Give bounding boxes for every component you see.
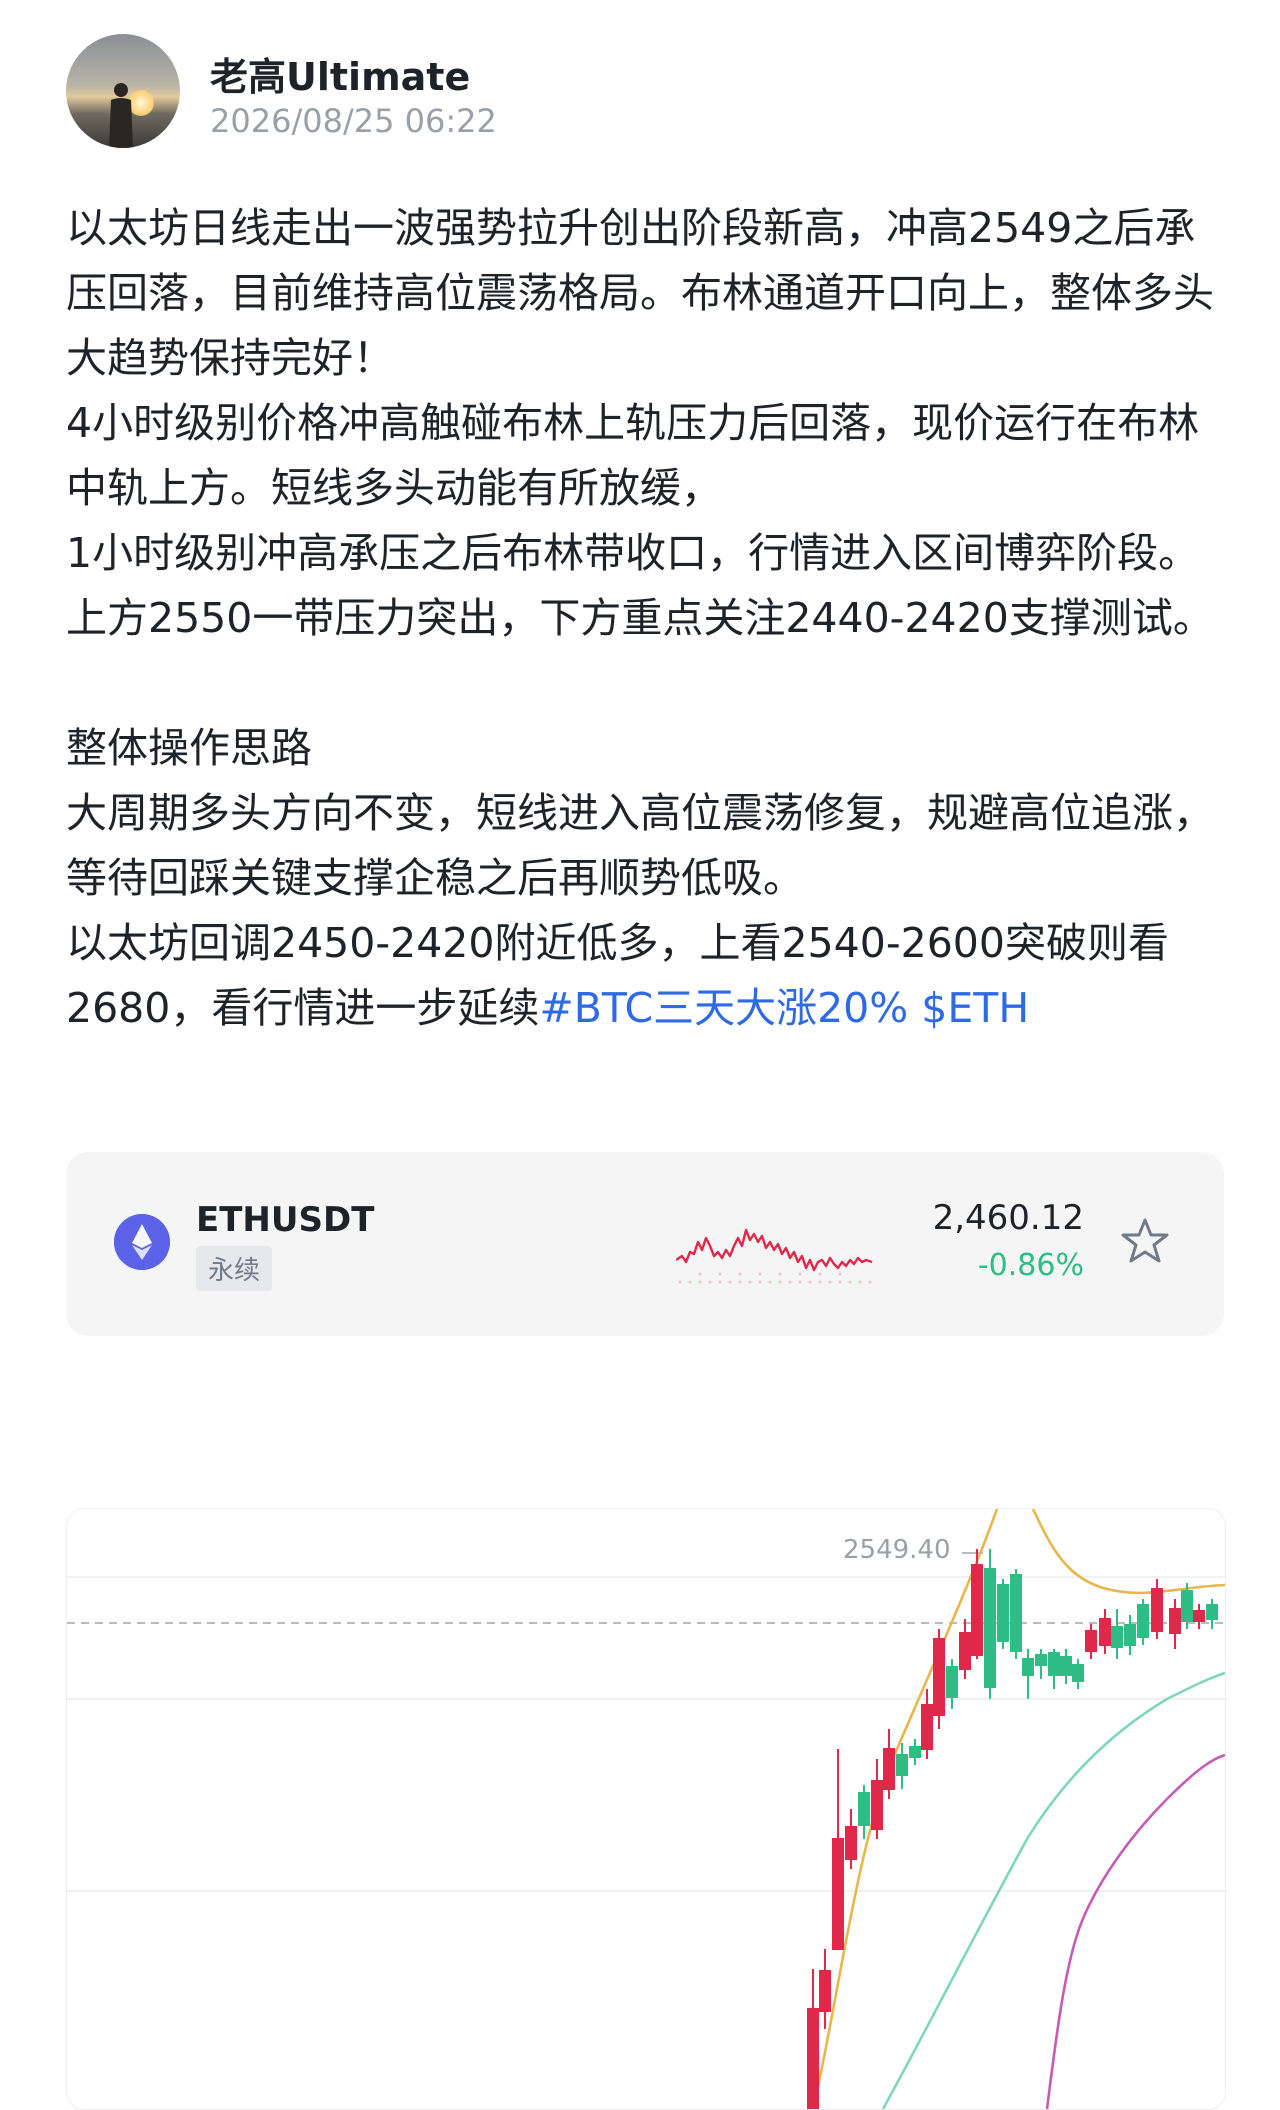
candle [997, 1584, 1009, 1642]
post-paragraph-last: 以太坊回调2450-2420附近低多，上看2540-2600突破则看2680，看… [66, 911, 1226, 1041]
star-outline-icon[interactable] [1120, 1216, 1170, 1266]
post-body: 以太坊日线走出一波强势拉升创出阶段新高，冲高2549之后承压回落，目前维持高位震… [66, 196, 1226, 1041]
candle [946, 1666, 958, 1698]
eth-icon [114, 1214, 170, 1270]
candle [1060, 1656, 1072, 1676]
candle [896, 1754, 908, 1776]
candle [921, 1704, 933, 1750]
candle [1124, 1624, 1136, 1646]
candle [807, 2008, 819, 2109]
price-sparkline [676, 1228, 873, 1284]
post-paragraph: 以太坊日线走出一波强势拉升创出阶段新高，冲高2549之后承压回落，目前维持高位震… [66, 204, 1214, 382]
silhouette-figure [109, 83, 133, 148]
high-price-label: 2549.40 [843, 1535, 951, 1565]
candle [832, 1838, 844, 1950]
candle [1181, 1590, 1193, 1622]
candle [1111, 1626, 1123, 1648]
avatar[interactable] [66, 34, 180, 148]
candle [959, 1632, 971, 1670]
candle [1151, 1588, 1163, 1632]
candle [1099, 1618, 1111, 1646]
candle [1010, 1574, 1022, 1652]
post-paragraph: 1小时级别冲高承压之后布林带收口，行情进入区间博弈阶段。上方2550一带压力突出… [66, 529, 1214, 642]
chart-canvas [67, 1509, 1225, 2109]
candle [871, 1780, 883, 1830]
candle [1206, 1604, 1218, 1620]
post-header: 老高Ultimate 2026/08/25 06:22 [66, 34, 1166, 154]
post-paragraph: 大周期多头方向不变，短线进入高位震荡修复，规避高位追涨，等待回踩关键支撑企稳之后… [66, 789, 1214, 902]
candle [883, 1748, 895, 1790]
candle [1169, 1608, 1181, 1634]
candle [1072, 1664, 1084, 1682]
candle [1137, 1604, 1149, 1638]
candlestick-chart-image: 2549.40 [66, 1508, 1226, 2110]
candle [1022, 1658, 1034, 1676]
author-name[interactable]: 老高Ultimate [210, 46, 470, 101]
candle [1035, 1654, 1047, 1666]
candle [845, 1826, 857, 1860]
candle [933, 1638, 945, 1716]
candle [971, 1564, 983, 1656]
cashtag-link[interactable]: $ETH [921, 984, 1029, 1032]
candle [1048, 1652, 1060, 1676]
candle [819, 1970, 831, 2012]
candle [1193, 1610, 1205, 1622]
section-heading: 整体操作思路 [66, 724, 312, 772]
ticker-price: 2,460.12 [932, 1198, 1084, 1238]
candle [984, 1568, 996, 1688]
candle [909, 1746, 921, 1758]
ticker-card[interactable]: ETHUSDT 永续 2,460.12 -0.86% [66, 1152, 1224, 1336]
hashtag-link[interactable]: #BTC三天大涨20% [539, 984, 908, 1032]
contract-type-badge: 永续 [196, 1246, 273, 1291]
lower-band-line [1045, 1753, 1225, 2109]
candle [1085, 1630, 1097, 1652]
post-paragraph: 4小时级别价格冲高触碰布林上轨压力后回落，现价运行在布林中轨上方。短线多头动能有… [66, 399, 1200, 512]
ticker-symbol: ETHUSDT [196, 1200, 375, 1240]
post-date: 2026/08/25 06:22 [210, 102, 497, 140]
candle [858, 1792, 870, 1826]
ticker-change: -0.86% [977, 1248, 1084, 1283]
